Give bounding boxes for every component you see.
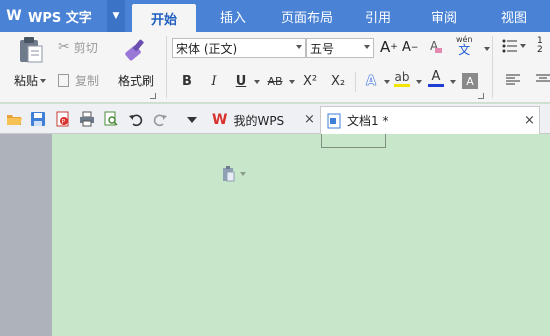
close-icon[interactable]: × <box>304 112 315 127</box>
tab-page-layout[interactable]: 页面布局 <box>272 0 342 32</box>
chevron-down-icon[interactable] <box>254 80 260 84</box>
ribbon-separator <box>166 36 167 98</box>
chevron-down-icon <box>520 44 526 48</box>
highlighter-icon: ab <box>394 70 410 84</box>
app-title: WPS 文字 <box>28 10 92 26</box>
strikethrough-button[interactable]: AB <box>264 71 286 91</box>
wps-red-logo-icon: W <box>212 112 228 128</box>
align-center-button[interactable] <box>536 74 550 86</box>
tab-review[interactable]: 审阅 <box>422 0 466 32</box>
redo-icon[interactable] <box>152 111 168 127</box>
highlight-color-bar <box>394 84 410 87</box>
copy-icon <box>58 73 69 87</box>
eraser-tip-icon <box>435 47 443 53</box>
bold-button[interactable]: B <box>178 71 196 91</box>
underline-button[interactable]: U <box>232 71 250 91</box>
tab-view[interactable]: 视图 <box>492 0 536 32</box>
tab-insert[interactable]: 插入 <box>208 0 258 32</box>
open-folder-icon[interactable] <box>6 111 22 127</box>
wps-logo-icon: W <box>6 8 22 24</box>
ribbon-separator <box>492 36 493 98</box>
text-effect-button[interactable]: A <box>362 71 380 91</box>
print-preview-icon[interactable] <box>103 111 119 127</box>
align-center-icon <box>536 74 550 82</box>
tab-references[interactable]: 引用 <box>356 0 400 32</box>
font-color-glyph: A <box>431 69 441 84</box>
document-icon <box>327 113 341 128</box>
format-painter-label: 格式刷 <box>117 74 154 88</box>
app-menu-dropdown-button[interactable]: ▼ <box>107 0 125 32</box>
close-icon[interactable]: × <box>524 113 535 128</box>
chevron-down-icon[interactable] <box>289 80 295 84</box>
tab-my-wps-label: 我的WPS <box>233 113 285 128</box>
copy-label: 复制 <box>75 73 100 88</box>
cut-label: 剪切 <box>73 40 98 55</box>
subscript-button[interactable]: X₂ <box>327 71 349 91</box>
font-color-button[interactable]: A <box>428 70 444 87</box>
tab-my-wps[interactable]: W 我的WPS × <box>206 106 320 134</box>
chevron-down-icon[interactable] <box>416 80 422 84</box>
app-menu-button[interactable]: W WPS 文字 <box>0 0 106 32</box>
font-color-bar <box>428 84 444 87</box>
chevron-down-icon[interactable] <box>484 47 490 51</box>
clipboard-icon <box>20 37 43 63</box>
highlight-button[interactable]: ab <box>394 70 410 87</box>
workspace-left-margin <box>0 134 52 336</box>
font-family-value: 宋体 (正文) <box>176 41 238 56</box>
bullet-list-icon <box>502 39 517 53</box>
format-painter-button[interactable]: 格式刷 <box>112 36 160 98</box>
quick-access-customize-icon[interactable] <box>187 117 197 123</box>
chevron-down-icon <box>40 78 46 83</box>
copy-button[interactable]: 复制 <box>58 71 99 89</box>
clear-format-button[interactable]: A <box>430 39 443 53</box>
paste-options-icon <box>223 166 235 182</box>
brush-icon <box>125 39 144 61</box>
chevron-down-icon <box>240 172 246 176</box>
superscript-button[interactable]: X² <box>299 71 321 91</box>
chevron-down-icon <box>364 45 370 49</box>
text-cursor-guide <box>321 134 386 148</box>
phonetic-guide-button[interactable]: wén 文 <box>456 35 473 57</box>
cut-button[interactable]: ✂ 剪切 <box>58 38 98 56</box>
tab-document-1-label: 文档1 * <box>347 114 389 128</box>
phonetic-bottom-text: 文 <box>458 43 471 57</box>
scissors-icon: ✂ <box>58 39 70 55</box>
save-icon[interactable] <box>30 111 46 127</box>
ribbon-separator <box>355 72 356 92</box>
print-icon[interactable] <box>79 111 95 127</box>
align-left-icon <box>506 74 520 85</box>
italic-button[interactable]: I <box>205 71 223 91</box>
numbered-list-button[interactable]: 12 <box>537 37 543 55</box>
bullet-list-button[interactable] <box>502 39 526 53</box>
font-size-select[interactable]: 五号 <box>306 38 374 58</box>
character-shading-button[interactable]: A <box>462 73 478 89</box>
svg-text:P: P <box>62 119 66 126</box>
font-size-value: 五号 <box>310 41 335 56</box>
chevron-down-icon <box>296 45 302 49</box>
font-family-select[interactable]: 宋体 (正文) <box>172 38 306 58</box>
title-bar: W WPS 文字 ▼ 开始 插入 页面布局 引用 审阅 视图 <box>0 0 550 32</box>
tab-home[interactable]: 开始 <box>132 4 196 32</box>
font-dialog-launcher[interactable] <box>478 93 484 99</box>
document-page[interactable] <box>52 134 550 336</box>
ribbon-home: 粘贴 ✂ 剪切 复制 格式刷 宋体 (正文) 五号 A + A − A wén 文 <box>0 32 550 103</box>
paste-label: 粘贴 <box>13 74 38 88</box>
document-tab-strip: P W 我的WPS × 文档1 * × <box>0 104 550 134</box>
chevron-down-icon[interactable] <box>450 80 456 84</box>
undo-icon[interactable] <box>128 111 144 127</box>
paste-button[interactable]: 粘贴 <box>10 36 50 98</box>
grow-font-button[interactable]: A + <box>380 38 398 56</box>
chevron-down-icon[interactable] <box>384 80 390 84</box>
clipboard-dialog-launcher[interactable] <box>150 93 156 99</box>
shrink-font-button[interactable]: A − <box>402 40 418 55</box>
export-pdf-icon[interactable]: P <box>55 111 71 127</box>
align-left-button[interactable] <box>506 74 520 86</box>
paste-options-button[interactable] <box>222 166 246 182</box>
tab-document-1[interactable]: 文档1 * × <box>320 106 540 134</box>
